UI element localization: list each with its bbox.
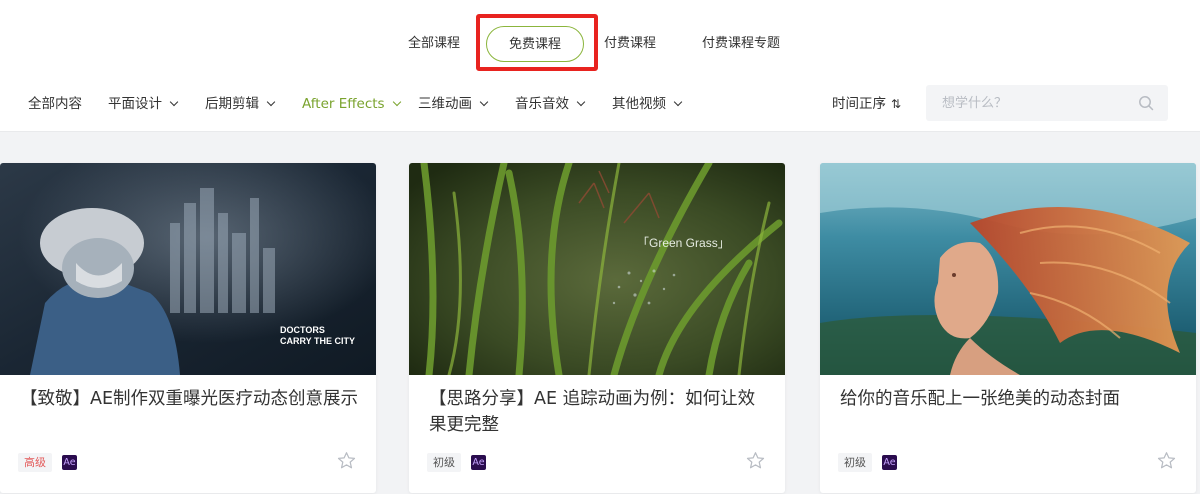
chevron-down-icon [266, 97, 276, 107]
chevron-down-icon [576, 97, 586, 107]
star-icon[interactable] [1157, 451, 1176, 470]
chevron-down-icon [673, 97, 683, 107]
star-icon[interactable] [337, 451, 356, 470]
search-box [926, 85, 1168, 121]
highlight-box [476, 14, 598, 71]
thumbnail-text: 「Green Grass」 [637, 236, 730, 250]
search-input[interactable] [926, 85, 1126, 121]
course-title[interactable]: 给你的音乐配上一张绝美的动态封面 [840, 386, 1180, 412]
chevron-down-icon [479, 97, 489, 107]
filter-label: 其他视频 [612, 96, 666, 112]
filter-label: 三维动画 [418, 96, 472, 112]
top-panel: 全部课程 免费课程 付费课程 付费课程专题 全部内容 平面设计 后期剪辑 Aft… [0, 0, 1200, 132]
sort-icon: ⇅ [891, 97, 902, 111]
course-card[interactable]: 给你的音乐配上一张绝美的动态封面 初级 Ae [820, 163, 1196, 493]
search-icon[interactable] [1138, 95, 1154, 111]
level-badge: 初级 [838, 453, 872, 472]
chevron-down-icon [392, 97, 401, 107]
filter-label: 音乐音效 [515, 96, 569, 112]
course-meta: 初级 Ae [427, 452, 486, 474]
filter-graphic-design[interactable]: 平面设计 [108, 86, 179, 122]
filter-label: 平面设计 [108, 96, 162, 112]
main-tabs: 全部课程 免费课程 付费课程 付费课程专题 [0, 26, 1200, 64]
course-thumbnail[interactable]: DOCTORS CARRY THE CITY [0, 163, 376, 375]
thumbnail-text: DOCTORS [280, 325, 325, 335]
star-icon[interactable] [746, 451, 765, 470]
filter-other-video[interactable]: 其他视频 [612, 86, 683, 122]
filter-label: 后期剪辑 [205, 96, 259, 112]
sort-label: 时间正序 [832, 96, 886, 112]
thumbnail-text: CARRY THE CITY [280, 336, 355, 346]
filter-label: 全部内容 [28, 96, 82, 112]
after-effects-icon: Ae [882, 455, 897, 470]
after-effects-icon: Ae [62, 455, 77, 470]
filter-label: After Effects [302, 96, 385, 112]
sort-toggle[interactable]: 时间正序 ⇅ [832, 86, 901, 122]
course-title[interactable]: 【致敬】AE制作双重曝光医疗动态创意展示 [20, 386, 360, 412]
course-meta: 初级 Ae [838, 452, 897, 474]
after-effects-icon: Ae [471, 455, 486, 470]
tab-paid-course-topics[interactable]: 付费课程专题 [702, 26, 780, 62]
course-thumbnail[interactable] [820, 163, 1196, 375]
filter-post-editing[interactable]: 后期剪辑 [205, 86, 276, 122]
tab-all-courses[interactable]: 全部课程 [408, 26, 460, 62]
level-badge: 高级 [18, 453, 52, 472]
level-badge: 初级 [427, 453, 461, 472]
filter-3d-animation[interactable]: 三维动画 [418, 86, 489, 122]
course-thumbnail[interactable]: 「Green Grass」 [409, 163, 785, 375]
course-title[interactable]: 【思路分享】AE 追踪动画为例：如何让效果更完整 [429, 386, 769, 438]
filter-music-sfx[interactable]: 音乐音效 [515, 86, 586, 122]
chevron-down-icon [169, 97, 179, 107]
filter-after-effects[interactable]: After Effects [302, 86, 401, 122]
filter-all-content[interactable]: 全部内容 [28, 86, 82, 122]
course-card[interactable]: 「Green Grass」 【思路分享】AE 追踪动画为例：如何让效果更完整 初… [409, 163, 785, 493]
tab-paid-courses[interactable]: 付费课程 [604, 26, 656, 62]
course-card[interactable]: DOCTORS CARRY THE CITY 【致敬】AE制作双重曝光医疗动态创… [0, 163, 376, 493]
course-meta: 高级 Ae [18, 452, 77, 474]
